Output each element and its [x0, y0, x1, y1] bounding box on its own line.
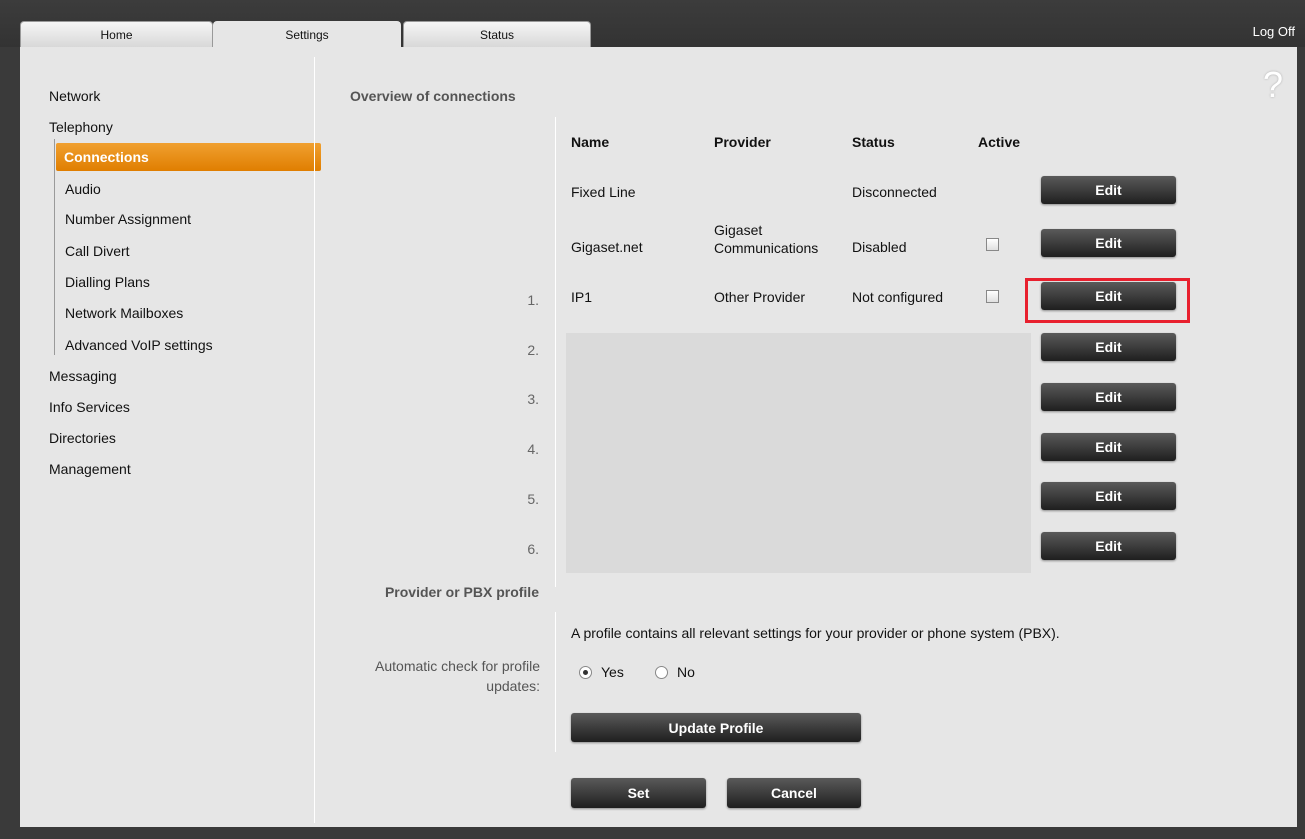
update-profile-button[interactable]: Update Profile — [571, 713, 861, 742]
row-number-2: 2. — [527, 342, 539, 358]
row-fixed-line-name: Fixed Line — [571, 184, 636, 200]
row-gigaset-name: Gigaset.net — [571, 239, 643, 255]
row-number-1: 1. — [527, 292, 539, 308]
profile-title: Provider or PBX profile — [384, 584, 539, 600]
submenu-line — [54, 139, 55, 355]
tab-settings[interactable]: Settings — [213, 21, 401, 48]
highlight-box — [1025, 278, 1190, 323]
edit-button-6[interactable]: Edit — [1041, 532, 1176, 560]
sidebar-item-network[interactable]: Network — [49, 88, 100, 104]
edit-button-2[interactable]: Edit — [1041, 333, 1176, 361]
active-checkbox-gigaset[interactable] — [986, 238, 999, 251]
sidebar-item-messaging[interactable]: Messaging — [49, 368, 117, 384]
row-gigaset-provider: Gigaset Communications — [714, 222, 819, 256]
row-number-6: 6. — [527, 541, 539, 557]
row-ip1-provider: Other Provider — [714, 289, 806, 305]
tab-home[interactable]: Home — [20, 21, 213, 47]
log-off-link[interactable]: Log Off — [1253, 24, 1295, 39]
radio-yes[interactable] — [579, 666, 592, 679]
row-ip1-name: IP1 — [571, 289, 593, 305]
column-name: Name — [571, 134, 610, 150]
active-checkbox-ip1[interactable] — [986, 290, 999, 303]
column-provider: Provider — [714, 134, 771, 150]
radio-no-label: No — [677, 664, 695, 680]
help-icon[interactable]: ? — [1263, 67, 1283, 103]
row-fixed-line-status: Disconnected — [852, 184, 937, 200]
radio-no[interactable] — [655, 666, 668, 679]
row-gigaset-status: Disabled — [852, 239, 907, 255]
overview-title: Overview of connections — [350, 88, 516, 104]
sidebar-item-advanced-voip[interactable]: Advanced VoIP settings — [65, 337, 213, 353]
sidebar: Network Telephony Connections Audio Numb… — [20, 47, 321, 827]
edit-button-gigaset[interactable]: Edit — [1041, 229, 1176, 257]
row-number-4: 4. — [527, 441, 539, 457]
sidebar-item-telephony[interactable]: Telephony — [49, 119, 113, 135]
sidebar-item-number-assignment[interactable]: Number Assignment — [65, 211, 191, 227]
row-number-5: 5. — [527, 491, 539, 507]
row-ip1-status: Not configured — [852, 289, 944, 305]
profile-divider — [555, 612, 556, 752]
column-active: Active — [978, 134, 1021, 150]
sidebar-item-dialling-plans[interactable]: Dialling Plans — [65, 274, 150, 290]
edit-button-4[interactable]: Edit — [1041, 433, 1176, 461]
edit-button-5[interactable]: Edit — [1041, 482, 1176, 510]
main-panel: Network Telephony Connections Audio Numb… — [20, 47, 1297, 827]
sidebar-item-network-mailboxes[interactable]: Network Mailboxes — [65, 305, 183, 321]
sidebar-item-management[interactable]: Management — [49, 461, 131, 477]
overview-divider — [555, 117, 556, 587]
radio-yes-label: Yes — [601, 664, 624, 680]
sidebar-item-info-services[interactable]: Info Services — [49, 399, 130, 415]
top-bar: Home Settings Status Log Off — [0, 0, 1305, 48]
profile-description: A profile contains all relevant settings… — [571, 625, 1060, 641]
sidebar-item-connections[interactable]: Connections — [56, 143, 321, 171]
sidebar-item-directories[interactable]: Directories — [49, 430, 116, 446]
tab-status[interactable]: Status — [403, 21, 591, 47]
edit-button-3[interactable]: Edit — [1041, 383, 1176, 411]
sidebar-item-call-divert[interactable]: Call Divert — [65, 243, 130, 259]
edit-button-fixed-line[interactable]: Edit — [1041, 176, 1176, 204]
empty-rows-area — [566, 333, 1031, 573]
cancel-button[interactable]: Cancel — [727, 778, 861, 808]
sidebar-divider — [314, 57, 315, 823]
column-status: Status — [852, 134, 895, 150]
set-button[interactable]: Set — [571, 778, 706, 808]
row-number-3: 3. — [527, 391, 539, 407]
auto-check-label: Automatic check for profile updates: — [375, 658, 540, 694]
sidebar-item-audio[interactable]: Audio — [65, 181, 101, 197]
